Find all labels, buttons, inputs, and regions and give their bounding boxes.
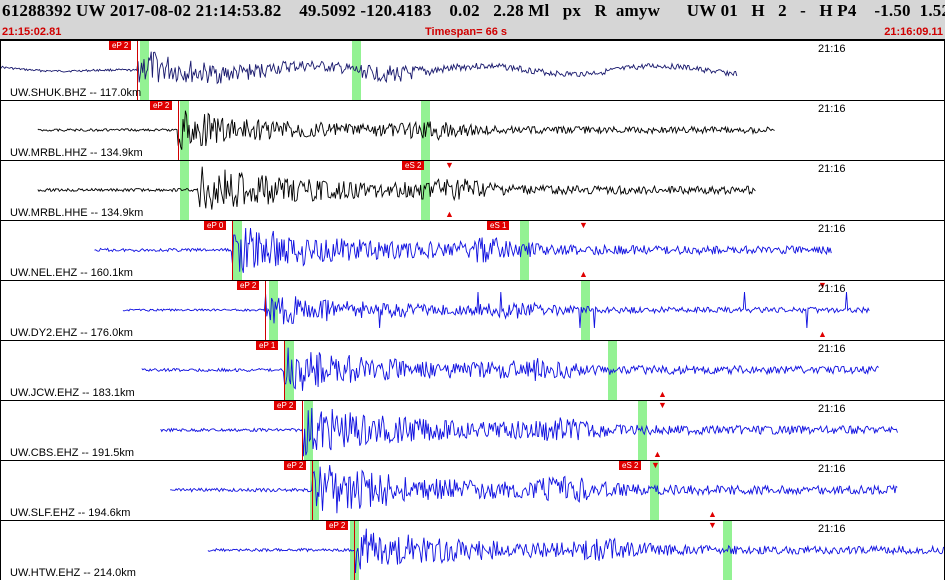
phase-pick-line[interactable] [232,220,233,280]
waveform-trace [207,528,945,574]
waveform-trace [170,465,898,514]
theoretical-arrival-up-icon: ▲ [579,269,588,279]
phase-pick-tag[interactable]: eP 2 [150,101,173,110]
trace-panel[interactable]: eP 1 ▲ UW.JCW.EHZ -- 183.1km 21:16 [0,340,945,400]
phase-pick-tag[interactable]: eP 2 [237,281,260,290]
phase-pick-tag[interactable]: eS 2 [402,161,425,170]
station-label: UW.NEL.EHZ -- 160.1km [10,267,133,279]
trace-panel[interactable]: eP 2 ▼ UW.HTW.EHZ -- 214.0km 21:16 [0,520,945,580]
theoretical-arrival-up-icon: ▲ [708,509,717,519]
phase-pick-tag[interactable]: eP 2 [326,521,349,530]
phase-pick-tag[interactable]: eP 2 [109,41,132,50]
trace-panel[interactable]: eP 2 eS 2 ▼ ▲ UW.SLF.EHZ -- 194.6km 21:16 [0,460,945,520]
theoretical-arrival-down-icon: ▼ [651,460,660,470]
station-label: UW.HTW.EHZ -- 214.0km [10,567,136,579]
trace-panel[interactable]: eS 2 ▼ ▲ UW.MRBL.HHE -- 134.9km 21:16 [0,160,945,220]
waveform-path [207,528,945,574]
time-tick-label: 21:16 [818,403,846,415]
phase-pick-tag[interactable]: eS 1 [487,221,510,230]
theoretical-arrival-up-icon: ▲ [658,389,667,399]
waveform-trace [141,347,879,391]
waveform-path [94,227,832,273]
phase-pick-line[interactable] [302,400,303,460]
event-title: 61288392 UW 2017-08-02 21:14:53.82 49.50… [2,1,945,20]
theoretical-arrival-up-icon: ▲ [818,329,827,339]
station-label: UW.SHUK.BHZ -- 117.0km [10,87,142,99]
trace-panel[interactable]: eP 2 ▼ ▲ UW.DY2.EHZ -- 176.0km 21:16 [0,280,945,340]
timespan-label: Timespan= 66 s [425,26,508,38]
event-header: 61288392 UW 2017-08-02 21:14:53.82 49.50… [0,0,945,40]
waveform-path [160,407,898,457]
phase-pick-tag[interactable]: eS 2 [619,461,642,470]
phase-pick-line[interactable] [178,100,179,160]
waveform-trace [160,407,898,457]
time-tick-label: 21:16 [818,223,846,235]
waveform-path [122,291,870,329]
station-label: UW.JCW.EHZ -- 183.1km [10,387,135,399]
time-tick-label: 21:16 [818,43,846,55]
theoretical-arrival-down-icon: ▼ [579,220,588,230]
waveform-path [37,166,756,210]
station-label: UW.CBS.EHZ -- 191.5km [10,447,135,459]
theoretical-arrival-down-icon: ▼ [445,160,454,170]
trace-panel[interactable]: eP 2 ▼ ▲ UW.CBS.EHZ -- 191.5km 21:16 [0,400,945,460]
trace-panel[interactable]: eP 2 UW.MRBL.HHZ -- 134.9km 21:16 [0,100,945,160]
waveform-path [170,465,898,514]
theoretical-arrival-up-icon: ▲ [445,209,454,219]
theoretical-arrival-up-icon: ▲ [653,449,662,459]
phase-pick-tag[interactable]: eP 0 [204,221,227,230]
trace-stack: eP 2 UW.SHUK.BHZ -- 117.0km 21:16 eP 2 UW.MR… [0,40,945,580]
phase-pick-line[interactable] [265,280,266,340]
phase-pick-line[interactable] [312,460,313,520]
waveform-trace [122,291,870,329]
time-tick-label: 21:16 [818,343,846,355]
station-label: UW.MRBL.HHZ -- 134.9km [10,147,143,159]
time-tick-label: 21:16 [818,523,846,535]
theoretical-arrival-down-icon: ▼ [708,520,717,530]
waveform-path [141,347,879,391]
waveform-trace [94,227,832,273]
theoretical-arrival-down-icon: ▼ [658,400,667,410]
station-label: UW.SLF.EHZ -- 194.6km [10,507,131,519]
phase-pick-tag[interactable]: eP 1 [256,341,279,350]
time-tick-label: 21:16 [818,163,846,175]
waveform-trace [0,51,738,85]
time-tick-label: 21:16 [818,283,846,295]
station-label: UW.DY2.EHZ -- 176.0km [10,327,133,339]
waveform-path [0,51,738,85]
phase-pick-tag[interactable]: eP 2 [284,461,307,470]
start-time: 21:15:02.81 [2,26,62,38]
time-tick-label: 21:16 [818,463,846,475]
station-label: UW.MRBL.HHE -- 134.9km [10,207,144,219]
phase-pick-tag[interactable]: eP 2 [274,401,297,410]
trace-panel[interactable]: eP 2 UW.SHUK.BHZ -- 117.0km 21:16 [0,40,945,100]
phase-pick-line[interactable] [354,520,355,580]
waveform-path [37,110,775,150]
trace-panel[interactable]: eP 0 eS 1 ▼ ▲ UW.NEL.EHZ -- 160.1km 21:16 [0,220,945,280]
phase-pick-line[interactable] [284,340,285,400]
end-time: 21:16:09.11 [884,26,943,38]
time-tick-label: 21:16 [818,103,846,115]
